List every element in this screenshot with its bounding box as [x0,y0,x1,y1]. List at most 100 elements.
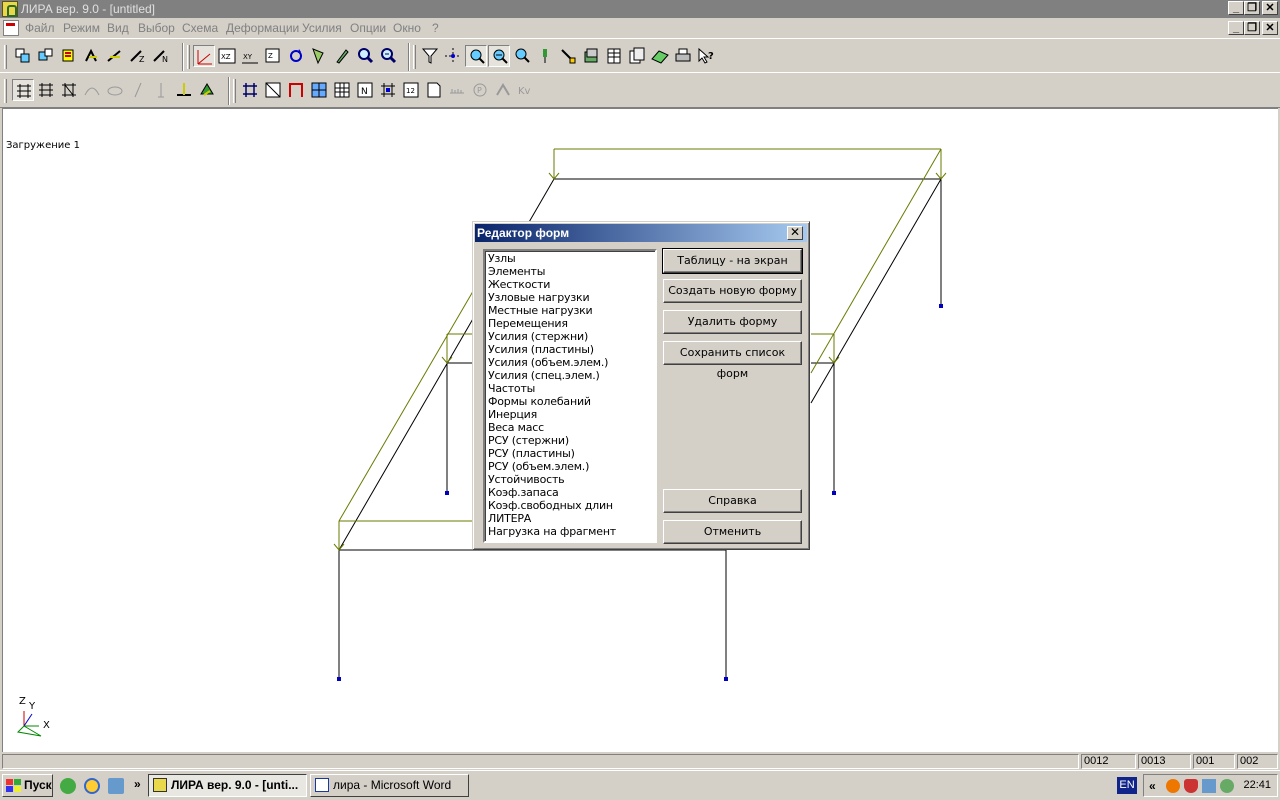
form-list-item[interactable]: РСУ (стержни) [488,434,655,447]
form-list-item[interactable]: Местные нагрузки [488,304,655,317]
mesh-fine-icon[interactable] [331,79,353,101]
toolbar-grip[interactable] [233,79,236,103]
help-button[interactable]: Справка [663,489,802,513]
save-form-list-button[interactable]: Сохранить список форм [663,341,802,380]
form-list-item[interactable]: Узлы [488,252,655,265]
rotate-icon[interactable] [285,45,307,67]
view-xy-icon[interactable]: Z [262,45,284,67]
view-yz-icon[interactable]: XY [239,45,261,67]
zoom-out-icon[interactable] [488,45,510,67]
document-page-icon[interactable] [423,79,445,101]
forces-n-icon[interactable]: N [150,45,172,67]
form-list-item[interactable]: Устойчивость [488,473,655,486]
doc-close-button[interactable]: ✕ [1262,21,1278,35]
form-list-item[interactable]: Формы колебаний [488,395,655,408]
zoom-fit-icon[interactable] [377,45,399,67]
numbering-icon[interactable]: N [354,79,376,101]
toolbar-grip[interactable] [187,45,190,69]
form-list-item[interactable]: ЛИТЕРА [488,512,655,525]
zoom-in-icon[interactable] [465,45,487,67]
dialog-title-bar[interactable]: Редактор форм ✕ [475,224,807,242]
shell-icon[interactable] [104,79,126,101]
view-xz-icon[interactable]: XZ [216,45,238,67]
form-list-item[interactable]: Усилия (пластины) [488,343,655,356]
cancel-button[interactable]: Отменить [663,520,802,544]
mesh-icon[interactable] [308,79,330,101]
toolbar-grip[interactable] [4,45,7,69]
portal-icon[interactable] [285,79,307,101]
plate-icon[interactable] [649,45,671,67]
minimize-button[interactable]: _ [1228,1,1244,15]
form-list-item[interactable]: Частоты [488,382,655,395]
menu-file[interactable]: Файл [25,21,55,35]
menu-mode[interactable]: Режим [63,21,100,35]
load-icon[interactable] [58,45,80,67]
tray-network-icon[interactable] [1202,779,1216,793]
lira-app-icon[interactable] [2,1,18,17]
zoom-icon[interactable] [354,45,376,67]
menu-deformations[interactable]: Деформации [226,21,299,35]
column-icon[interactable] [150,79,172,101]
beam-icon[interactable] [127,79,149,101]
menu-options[interactable]: Опции [350,21,386,35]
table-to-screen-button[interactable]: Таблицу - на экран [662,248,803,274]
menu-select[interactable]: Выбор [138,21,175,35]
form-list-item[interactable]: РСУ (пластины) [488,447,655,460]
tray-chevron[interactable]: « [1149,779,1156,793]
layers-icon[interactable] [580,45,602,67]
restore-button[interactable]: ❐ [1244,1,1260,15]
deform-icon[interactable] [81,45,103,67]
delete-form-button[interactable]: Удалить форму [663,310,802,334]
form-list-item[interactable]: Жесткости [488,278,655,291]
pencil-icon[interactable] [331,45,353,67]
form-list-item[interactable]: Инерция [488,408,655,421]
task-word[interactable]: лира - Microsoft Word [310,774,469,797]
form-list-item[interactable]: Усилия (спец.элем.) [488,369,655,382]
menu-view[interactable]: Вид [107,21,129,35]
documents-icon[interactable] [626,45,648,67]
language-indicator[interactable]: EN [1117,777,1137,794]
form-list-item[interactable]: Перемещения [488,317,655,330]
copy-scheme-icon[interactable] [12,45,34,67]
paste-scheme-icon[interactable] [35,45,57,67]
quicklaunch-chevron[interactable]: » [134,777,141,791]
coefficient-icon[interactable]: Kv [515,79,537,101]
doc-restore-button[interactable]: ❐ [1244,21,1260,35]
view-3d-icon[interactable] [193,45,215,67]
quicklaunch-network-icon[interactable] [108,778,124,794]
quicklaunch-browser-icon[interactable] [84,778,100,794]
mosaic-icon[interactable] [104,45,126,67]
create-form-button[interactable]: Создать новую форму [663,279,802,303]
brush-icon[interactable] [557,45,579,67]
form-list-item[interactable]: Узловые нагрузки [488,291,655,304]
truss-icon[interactable] [58,79,80,101]
green-load-icon[interactable] [196,79,218,101]
close-button[interactable]: ✕ [1262,1,1278,15]
grid-numbers-icon[interactable] [377,79,399,101]
support-icon[interactable] [173,79,195,101]
form-list-item[interactable]: Коэф.запаса [488,486,655,499]
form-list-item[interactable]: РСУ (объем.элем.) [488,460,655,473]
table-icon[interactable] [603,45,625,67]
doc-minimize-button[interactable]: _ [1228,21,1244,35]
task-lira[interactable]: ЛИРА вер. 9.0 - [unti... [148,774,307,797]
context-help-icon[interactable]: ? [695,45,717,67]
info-card-icon[interactable]: 12 [400,79,422,101]
form-list-item[interactable]: Нагрузка на фрагмент [488,525,655,538]
select-nodes-icon[interactable] [442,45,464,67]
form-list-item[interactable]: Веса масс [488,421,655,434]
frame-grid-icon[interactable] [12,79,34,101]
menu-window[interactable]: Окно [393,21,421,35]
tray-shield-icon[interactable] [1184,779,1198,793]
pin-icon[interactable] [534,45,556,67]
forms-listbox[interactable]: Узлы Элементы Жесткости Узловые нагрузки Мес… [483,249,657,543]
steel-icon[interactable] [492,79,514,101]
zoom-window-icon[interactable] [511,45,533,67]
node-grid-icon[interactable] [239,79,261,101]
tray-opera-icon[interactable] [1166,779,1180,793]
menu-help[interactable]: ? [432,21,439,35]
section-icon[interactable]: P [469,79,491,101]
forces-z-icon[interactable]: Z [127,45,149,67]
element-grid-icon[interactable] [262,79,284,101]
ruler-icon[interactable] [446,79,468,101]
